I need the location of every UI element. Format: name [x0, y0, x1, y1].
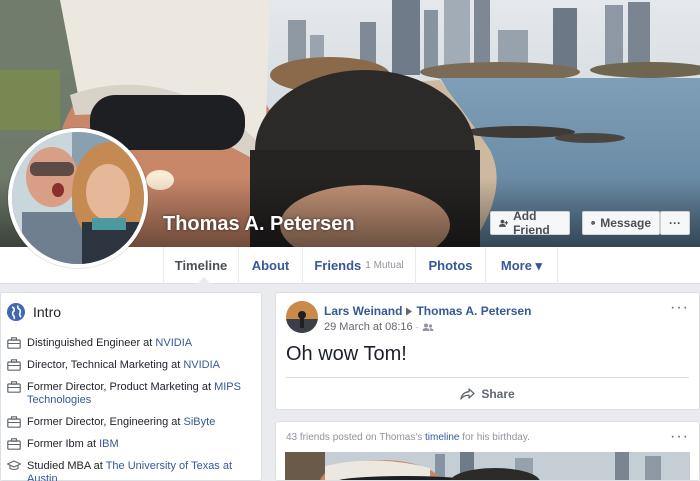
mutual-friends-count: 1 Mutual: [365, 260, 404, 271]
intro-item-text: Former Director, Engineering at: [27, 416, 184, 428]
graduation-cap-icon: [7, 460, 21, 471]
intro-item-link[interactable]: NVIDIA: [183, 359, 220, 371]
briefcase-icon: [7, 416, 21, 428]
birthday-photo-image: [285, 452, 690, 480]
intro-item: Former Ibm at IBM: [7, 438, 257, 451]
briefcase-icon: [7, 438, 21, 450]
tab-more-label: More ▾: [500, 257, 543, 273]
intro-item-link[interactable]: SiByte: [184, 416, 216, 428]
intro-item-link[interactable]: NVIDIA: [155, 337, 192, 349]
timeline-link[interactable]: timeline: [425, 432, 459, 443]
add-friend-button[interactable]: Add Friend: [490, 209, 570, 237]
briefcase-icon: [7, 337, 21, 349]
intro-item: Former Director, Product Marketing at MI…: [7, 381, 257, 407]
briefcase-icon: [7, 359, 21, 371]
post-meta: 29 March at 08:16 ·: [324, 321, 434, 333]
add-friend-label: Add Friend: [513, 209, 550, 237]
message-button[interactable]: Message: [582, 211, 660, 235]
tab-photos-label: Photos: [428, 258, 473, 273]
intro-item-text: Studied MBA at: [27, 460, 106, 472]
share-label: Share: [481, 387, 515, 401]
post-body-text: Oh wow Tom!: [286, 343, 407, 365]
birthday-summary-card: 43 friends posted on Thomas's timeline f…: [275, 421, 700, 481]
post-timestamp[interactable]: 29 March at 08:16: [324, 321, 413, 333]
intro-item-link[interactable]: IBM: [99, 438, 119, 450]
tab-timeline-label: Timeline: [174, 258, 228, 273]
timeline-post: Lars Weinand Thomas A. Petersen 29 March…: [275, 292, 700, 410]
tab-more[interactable]: More ▾: [486, 247, 558, 284]
intro-item-text: Former Ibm at: [27, 438, 100, 450]
post-author-avatar[interactable]: [286, 301, 318, 333]
profile-picture-image: [12, 132, 144, 264]
post-header: Lars Weinand Thomas A. Petersen: [324, 304, 531, 318]
post-author-avatar-image: [286, 301, 318, 333]
intro-header: Intro: [7, 303, 61, 321]
intro-item-text: Distinguished Engineer at: [27, 337, 156, 349]
tab-about-label: About: [251, 258, 290, 273]
briefcase-icon: [7, 381, 21, 393]
cover-more-button[interactable]: ···: [660, 211, 690, 235]
message-label: Message: [600, 216, 651, 230]
post-author-link[interactable]: Lars Weinand: [324, 304, 402, 318]
globe-icon: [7, 303, 25, 321]
post-target-link[interactable]: Thomas A. Petersen: [416, 304, 531, 318]
more-dots-icon: ···: [669, 216, 681, 230]
active-tab-indicator: [197, 277, 211, 284]
post-options-button[interactable]: ···: [670, 299, 689, 317]
intro-item: Distinguished Engineer at NVIDIA: [7, 337, 257, 350]
arrow-right-icon: [406, 307, 413, 315]
friends-audience-icon[interactable]: [422, 323, 434, 332]
intro-panel: Intro Distinguished Engineer at NVIDIA D…: [0, 292, 262, 481]
birthday-summary-text: 43 friends posted on Thomas's timeline f…: [286, 432, 530, 443]
tab-about[interactable]: About: [239, 247, 303, 284]
share-icon: [460, 388, 475, 400]
intro-item: Director, Technical Marketing at NVIDIA: [7, 359, 257, 372]
tab-photos[interactable]: Photos: [416, 247, 486, 284]
messenger-icon: [591, 221, 596, 225]
intro-item: Former Director, Engineering at SiByte: [7, 416, 257, 429]
intro-item: Studied MBA at The University of Texas a…: [7, 460, 257, 481]
birthday-photo[interactable]: [285, 452, 690, 480]
intro-item-text: Former Director, Product Marketing at: [27, 381, 215, 393]
birthday-options-button[interactable]: ···: [670, 428, 689, 446]
intro-item-text: Director, Technical Marketing at: [27, 359, 184, 371]
birthday-suffix: for his birthday.: [459, 432, 530, 443]
tab-friends[interactable]: Friends 1 Mutual: [303, 247, 416, 284]
intro-list: Distinguished Engineer at NVIDIA Directo…: [7, 337, 257, 481]
add-friend-icon: [499, 219, 509, 227]
share-button[interactable]: Share: [276, 381, 699, 407]
intro-title: Intro: [33, 304, 62, 320]
post-divider: [286, 377, 689, 378]
profile-name[interactable]: Thomas A. Petersen: [163, 213, 355, 236]
tab-friends-label: Friends: [314, 258, 362, 273]
profile-picture[interactable]: [8, 128, 148, 268]
birthday-prefix: 43 friends posted on Thomas's: [286, 432, 426, 443]
